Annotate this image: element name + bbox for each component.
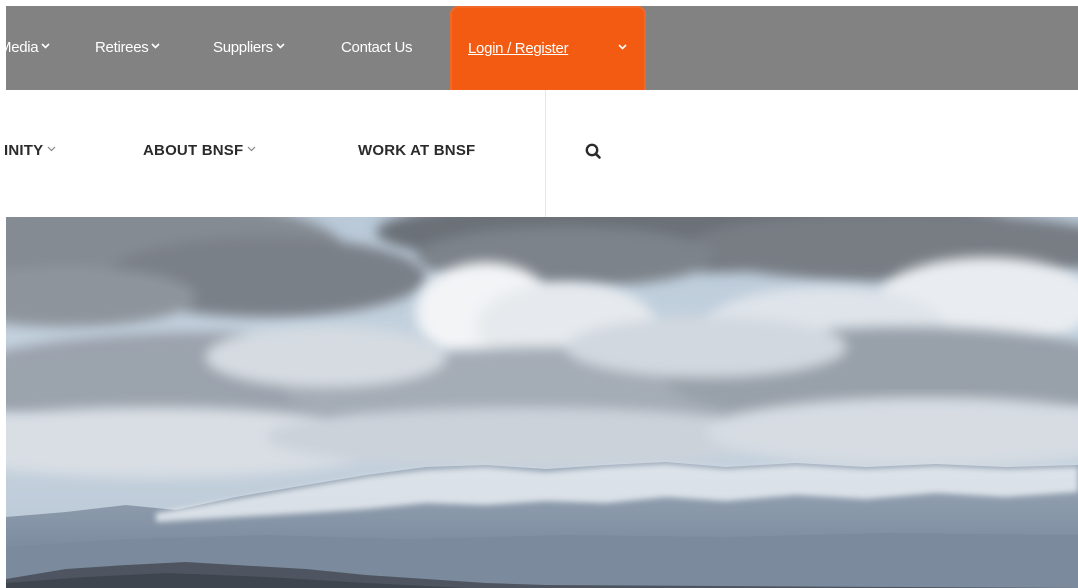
main-nav-item-about-bnsf[interactable]: ABOUT BNSF xyxy=(143,90,256,217)
utility-nav-label: Contact Us xyxy=(341,39,413,56)
mountain-landscape-image xyxy=(6,217,1078,588)
utility-nav-label: Suppliers xyxy=(213,39,273,56)
utility-nav-item-media[interactable]: Media xyxy=(0,6,50,90)
main-nav-item-work-at-bnsf[interactable]: WORK AT BNSF xyxy=(358,90,475,217)
utility-nav-label: Media xyxy=(0,39,39,56)
main-nav-label: WORK AT BNSF xyxy=(358,142,476,159)
page: Media Retirees Suppliers Contact Us Logi… xyxy=(0,0,1078,588)
main-nav-item-community[interactable]: INITY xyxy=(4,90,56,217)
main-nav-label: ABOUT BNSF xyxy=(143,142,244,159)
chevron-down-icon xyxy=(41,43,50,49)
chevron-down-icon xyxy=(47,146,56,152)
utility-nav-item-contact-us[interactable]: Contact Us xyxy=(341,6,413,90)
chevron-down-icon xyxy=(151,43,161,49)
search-icon xyxy=(585,143,601,159)
main-nav-label: INITY xyxy=(4,142,44,159)
chevron-down-icon xyxy=(618,44,627,50)
utility-nav-label: Retirees xyxy=(95,39,149,56)
utility-nav-item-suppliers[interactable]: Suppliers xyxy=(213,6,285,90)
utility-nav-item-retirees[interactable]: Retirees xyxy=(95,6,161,90)
login-register-label: Login / Register xyxy=(468,40,569,57)
hero-image xyxy=(6,217,1078,588)
main-nav-bar: INITY ABOUT BNSF WORK AT BNSF xyxy=(4,90,1078,217)
chevron-down-icon xyxy=(276,43,285,49)
nav-divider xyxy=(545,90,546,217)
chevron-down-icon xyxy=(247,146,256,152)
search-button[interactable] xyxy=(582,140,606,164)
